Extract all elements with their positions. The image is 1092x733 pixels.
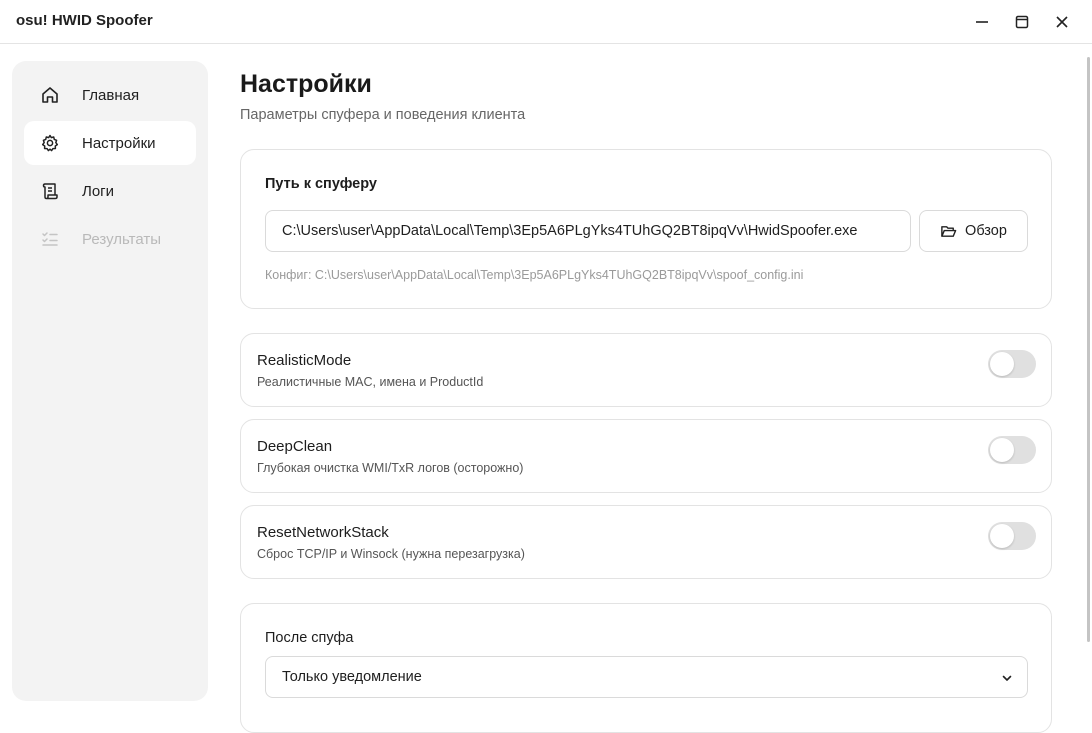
page-title: Настройки	[240, 70, 372, 98]
minimize-button[interactable]	[971, 11, 993, 33]
sidebar-item-logs[interactable]: Логи	[24, 169, 196, 213]
toggle-knob	[990, 438, 1014, 462]
folder-open-icon	[940, 223, 957, 240]
close-button[interactable]	[1051, 11, 1073, 33]
sidebar-item-label: Настройки	[82, 134, 156, 152]
toggle-description: Глубокая очистка WMI/TxR логов (осторожн…	[257, 461, 524, 475]
toggle-knob	[990, 524, 1014, 548]
sidebar: Главная Настройки Логи Результаты	[12, 61, 208, 701]
gear-icon	[40, 133, 60, 153]
home-icon	[40, 85, 60, 105]
config-path-text: Конфиг: C:\Users\user\AppData\Local\Temp…	[265, 268, 804, 282]
close-icon	[1055, 15, 1069, 29]
after-spoof-selected-value: Только уведомление	[282, 669, 422, 685]
title-bar: osu! HWID Spoofer	[0, 0, 1092, 44]
sidebar-item-label: Результаты	[82, 230, 161, 248]
spoofer-path-input[interactable]	[265, 210, 911, 252]
page-subtitle: Параметры спуфера и поведения клиента	[240, 107, 526, 123]
realistic-mode-card: RealisticMode Реалистичные MAC, имена и …	[240, 333, 1052, 407]
sidebar-item-label: Логи	[82, 182, 115, 200]
toggle-title: ResetNetworkStack	[257, 524, 389, 541]
app-title: osu! HWID Spoofer	[16, 12, 153, 29]
deep-clean-card: DeepClean Глубокая очистка WMI/TxR логов…	[240, 419, 1052, 493]
scroll-icon	[40, 181, 60, 201]
sidebar-item-results[interactable]: Результаты	[24, 217, 196, 261]
minimize-icon	[975, 15, 989, 29]
checklist-icon	[40, 229, 60, 249]
browse-button[interactable]: Обзор	[919, 210, 1028, 252]
toggle-title: RealisticMode	[257, 352, 352, 369]
reset-network-stack-card: ResetNetworkStack Сброс TCP/IP и Winsock…	[240, 505, 1052, 579]
scrollbar-thumb[interactable]	[1087, 57, 1090, 642]
after-spoof-card: После спуфа Только уведомление	[240, 603, 1052, 733]
toggle-knob	[990, 352, 1014, 376]
toggle-description: Сброс TCP/IP и Winsock (нужна перезагруз…	[257, 547, 525, 561]
after-spoof-select[interactable]: Только уведомление	[265, 656, 1028, 698]
spoofer-path-heading: Путь к спуферу	[265, 176, 377, 192]
reset-network-stack-toggle[interactable]	[988, 522, 1036, 550]
maximize-button[interactable]	[1011, 11, 1033, 33]
sidebar-item-settings[interactable]: Настройки	[24, 121, 196, 165]
sidebar-item-home[interactable]: Главная	[24, 73, 196, 117]
sidebar-item-label: Главная	[82, 86, 140, 104]
spoofer-path-card: Путь к спуферу Обзор Конфиг: C:\Users\us…	[240, 149, 1052, 309]
maximize-icon	[1015, 15, 1029, 29]
after-spoof-heading: После спуфа	[265, 630, 354, 646]
toggle-description: Реалистичные MAC, имена и ProductId	[257, 375, 484, 389]
chevron-down-icon	[999, 670, 1015, 686]
realistic-mode-toggle[interactable]	[988, 350, 1036, 378]
browse-button-label: Обзор	[965, 223, 1007, 239]
toggle-title: DeepClean	[257, 438, 333, 455]
deep-clean-toggle[interactable]	[988, 436, 1036, 464]
